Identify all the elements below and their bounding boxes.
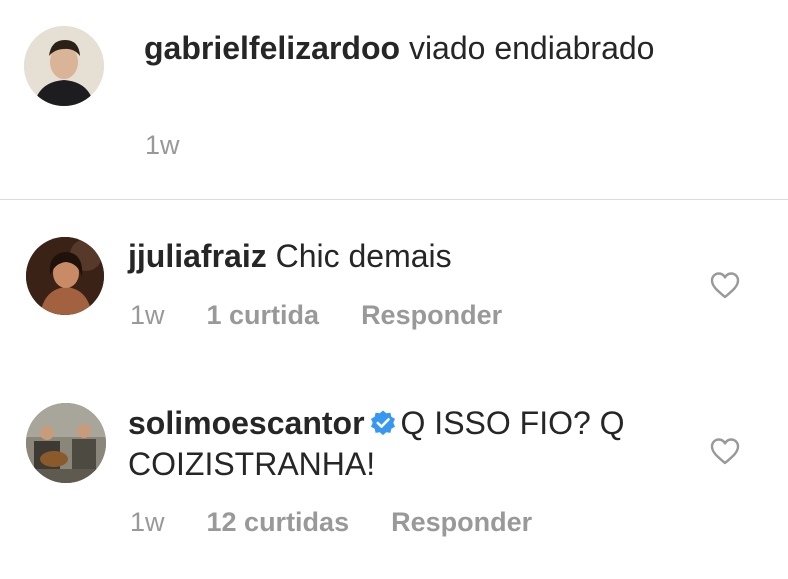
reply-button[interactable]: Responder xyxy=(361,300,502,331)
comment-time: 1w xyxy=(130,507,165,537)
avatar[interactable] xyxy=(26,403,106,483)
reply-button[interactable]: Responder xyxy=(391,507,532,538)
comment-username[interactable]: solimoescantor xyxy=(128,405,365,441)
likes-count[interactable]: 1 curtida xyxy=(207,300,320,331)
comment-meta: 1w 1 curtida Responder xyxy=(130,300,502,331)
comment-text: gabrielfelizardoo viado endiabrado xyxy=(144,28,744,69)
likes-count[interactable]: 12 curtidas xyxy=(207,507,350,538)
verified-badge-icon xyxy=(369,406,397,436)
comment-username[interactable]: gabrielfelizardoo xyxy=(144,30,400,66)
comment-text: jjuliafraiz Chic demais xyxy=(128,236,688,277)
comment-username[interactable]: jjuliafraiz xyxy=(128,238,267,274)
comment-meta: 1w xyxy=(145,130,180,161)
comment-time: 1w xyxy=(130,300,165,330)
comment-body: Chic demais xyxy=(275,238,452,274)
avatar[interactable] xyxy=(26,237,104,315)
heart-icon[interactable] xyxy=(709,436,741,466)
comment-meta: 1w 12 curtidas Responder xyxy=(130,507,532,538)
comment-text: solimoescantor Q ISSO FIO? Q COIZISTRANHA… xyxy=(128,403,688,485)
divider xyxy=(0,199,788,200)
comment-time: 1w xyxy=(145,130,180,160)
avatar[interactable] xyxy=(24,26,104,106)
heart-icon[interactable] xyxy=(709,270,741,300)
comment-body: viado endiabrado xyxy=(408,30,655,66)
